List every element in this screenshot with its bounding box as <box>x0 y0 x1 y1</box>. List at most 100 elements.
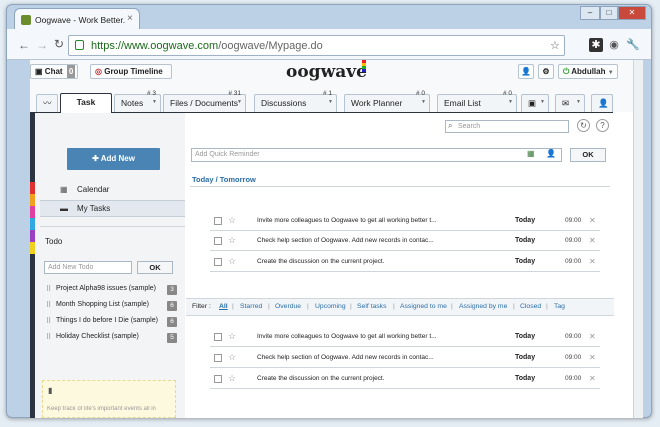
tab-task[interactable]: Task <box>60 93 112 113</box>
user-icon: 👤 <box>521 67 531 76</box>
extension-icon[interactable]: ✱ <box>589 38 603 52</box>
forward-arrow-icon[interactable]: → <box>36 38 48 52</box>
note-icon: ▮ <box>48 386 53 395</box>
oogwave-logo: oogwave <box>286 62 367 82</box>
bookmark-tab[interactable]: ▣ ▼ <box>521 94 549 112</box>
filter-assigned-by-me[interactable]: Assigned by me <box>459 303 507 310</box>
tab-files-documents[interactable]: Files / Documents # 31 ▼ <box>163 90 246 112</box>
task-time: 09:00 <box>565 258 582 265</box>
star-icon[interactable]: ☆ <box>228 235 236 246</box>
assign-user-icon[interactable]: 👤 <box>546 149 556 158</box>
star-icon[interactable]: ☆ <box>228 331 236 342</box>
task-text[interactable]: Invite more colleagues to Oogwave to get… <box>257 333 437 340</box>
eye-icon[interactable]: ◉ <box>607 38 621 52</box>
task-checkbox[interactable] <box>214 375 222 383</box>
filter-separator: | <box>350 303 352 310</box>
maximize-button[interactable]: □ <box>600 6 618 20</box>
browser-tab[interactable]: Oogwave - Work Better. To × <box>14 8 140 30</box>
filter-assigned-to-me[interactable]: Assigned to me <box>400 303 447 310</box>
tab-notes[interactable]: Notes # 3 ▼ <box>114 90 161 112</box>
delete-task-icon[interactable]: ✕ <box>589 257 596 266</box>
quick-reminder-input[interactable]: Add Quick Reminder <box>191 148 562 162</box>
chat-button[interactable]: ▣ Chat 0 <box>30 64 78 79</box>
filter-tag[interactable]: Tag <box>554 303 565 310</box>
browser-tab-title: Oogwave - Work Better. To <box>35 15 125 25</box>
wrench-icon[interactable]: 🔧 <box>626 38 640 52</box>
search-input[interactable]: Search <box>445 120 569 133</box>
favicon-icon <box>21 15 31 25</box>
delete-task-icon[interactable]: ✕ <box>589 236 596 245</box>
delete-task-icon[interactable]: ✕ <box>589 216 596 225</box>
list-grid-icon: ⠿ <box>46 286 52 293</box>
star-icon[interactable]: ☆ <box>228 352 236 363</box>
close-tab-icon[interactable]: × <box>127 13 133 24</box>
tab-discussions[interactable]: Discussions # 1 ▼ <box>254 90 337 112</box>
todo-ok-button[interactable]: OK <box>137 261 173 274</box>
task-text[interactable]: Check help section of Oogwave. Add new r… <box>257 354 434 361</box>
bookmark-star-icon[interactable]: ☆ <box>550 39 560 52</box>
delete-task-icon[interactable]: ✕ <box>589 374 596 383</box>
filter-overdue[interactable]: Overdue <box>275 303 301 310</box>
task-text[interactable]: Create the discussion on the current pro… <box>257 258 385 265</box>
task-text[interactable]: Check help section of Oogwave. Add new r… <box>257 237 434 244</box>
mail-tab[interactable]: ✉ ▼ <box>555 94 585 112</box>
reminder-ok-button[interactable]: OK <box>570 148 606 162</box>
contacts-button[interactable]: 👤 <box>518 64 534 79</box>
tab-work-planner[interactable]: Work Planner # 0 ▼ <box>344 90 430 112</box>
add-new-button[interactable]: ✚ Add New <box>67 148 160 170</box>
filter-all[interactable]: All <box>219 303 228 310</box>
envelope-icon: ✉ <box>562 98 570 108</box>
todo-item[interactable]: Holiday Checklist (sample) <box>56 333 139 340</box>
filter-upcoming[interactable]: Upcoming <box>315 303 346 310</box>
star-icon[interactable]: ☆ <box>228 215 236 226</box>
todo-item[interactable]: Project Alpha98 issues (sample) <box>56 285 156 292</box>
delete-task-icon[interactable]: ✕ <box>589 332 596 341</box>
task-day: Today <box>515 258 536 265</box>
task-text[interactable]: Invite more colleagues to Oogwave to get… <box>257 217 437 224</box>
todo-item[interactable]: Things I do before I Die (sample) <box>56 317 158 324</box>
filter-closed[interactable]: Closed <box>520 303 541 310</box>
calendar-icon: ▦ <box>60 185 68 194</box>
task-checkbox[interactable] <box>214 217 222 225</box>
filter-separator: | <box>268 303 270 310</box>
task-text[interactable]: Create the discussion on the current pro… <box>257 375 385 382</box>
task-checkbox[interactable] <box>214 258 222 266</box>
minimize-button[interactable]: – <box>580 6 600 20</box>
todo-item[interactable]: Month Shopping List (sample) <box>56 301 149 308</box>
people-tab[interactable]: 👤 <box>591 94 613 112</box>
filter-self-tasks[interactable]: Self tasks <box>357 303 386 310</box>
group-timeline-button[interactable]: ◎ Group Timeline <box>90 64 172 79</box>
refresh-icon[interactable]: ↻ <box>577 119 590 132</box>
sidebar-item-calendar[interactable]: Calendar <box>77 185 109 194</box>
add-todo-input[interactable]: Add New Todo <box>44 261 132 274</box>
scrollbar[interactable] <box>633 60 643 418</box>
filter-starred[interactable]: Starred <box>240 303 262 310</box>
calendar-add-icon[interactable]: ▦ <box>527 149 535 158</box>
task-checkbox[interactable] <box>214 354 222 362</box>
task-checkbox[interactable] <box>214 237 222 245</box>
close-window-button[interactable]: ✕ <box>618 6 646 20</box>
address-bar[interactable]: https://www.oogwave.com/oogwave/Mypage.d… <box>68 35 565 56</box>
task-checkbox[interactable] <box>214 333 222 341</box>
list-grid-icon: ⠿ <box>46 334 52 341</box>
todo-count-badge: 6 <box>167 301 177 311</box>
filter-separator: | <box>393 303 395 310</box>
chat-count-badge: 0 <box>66 65 76 78</box>
briefcase-icon: ▬ <box>60 204 68 213</box>
tab-email-list[interactable]: Email List # 0 ▼ <box>437 90 517 112</box>
row-divider <box>210 346 600 347</box>
settings-button[interactable]: ⚙ <box>538 64 554 79</box>
star-icon[interactable]: ☆ <box>228 373 236 384</box>
star-icon[interactable]: ☆ <box>228 256 236 267</box>
back-arrow-icon[interactable]: ← <box>18 38 30 52</box>
row-divider <box>210 250 600 251</box>
reload-icon[interactable]: ↻ <box>54 37 64 51</box>
user-menu[interactable]: ⏻ Abdullah ▼ <box>558 64 618 79</box>
task-day: Today <box>515 237 536 244</box>
sidebar-item-my-tasks[interactable]: My Tasks <box>77 204 110 213</box>
filter-separator: | <box>546 303 548 310</box>
help-icon[interactable]: ? <box>596 119 609 132</box>
chevron-down-icon: ▼ <box>607 70 614 76</box>
delete-task-icon[interactable]: ✕ <box>589 353 596 362</box>
activity-tab[interactable]: 〰 <box>36 94 58 112</box>
